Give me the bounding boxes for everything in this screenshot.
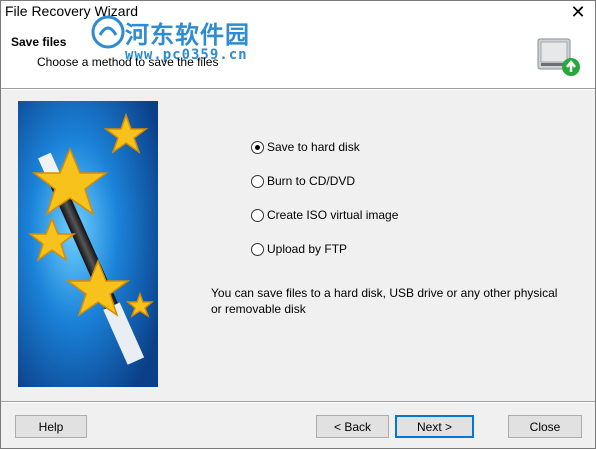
header-separator [1, 88, 595, 90]
page-subtitle: Choose a method to save the files [37, 55, 219, 69]
option-create-iso[interactable]: Create ISO virtual image [251, 206, 398, 224]
watermark-text: 河东软件园 [125, 21, 250, 49]
radio-button[interactable] [251, 140, 264, 154]
wizard-window: File Recovery Wizard ✕ 河东软件园 www.pc0359.… [0, 0, 596, 449]
wizard-wand-image [18, 101, 158, 387]
next-button[interactable]: Next > [395, 415, 474, 438]
radio-button[interactable] [251, 242, 264, 256]
wizard-header: File Recovery Wizard ✕ 河东软件园 www.pc0359.… [1, 1, 595, 88]
option-description: You can save files to a hard disk, USB d… [211, 286, 558, 316]
option-label: Upload by FTP [267, 242, 348, 256]
back-button[interactable]: < Back [316, 415, 389, 438]
radio-button[interactable] [251, 174, 264, 188]
option-label: Save to hard disk [267, 140, 360, 154]
option-save-to-hard-disk[interactable]: Save to hard disk [251, 138, 360, 156]
close-button[interactable]: Close [508, 415, 582, 438]
page-title: Save files [11, 35, 67, 49]
footer-separator [1, 401, 595, 403]
option-burn-cd-dvd[interactable]: Burn to CD/DVD [251, 172, 355, 190]
help-button[interactable]: Help [15, 415, 87, 438]
close-window-icon[interactable]: ✕ [569, 3, 587, 21]
hard-disk-icon [537, 38, 580, 76]
option-label: Burn to CD/DVD [267, 174, 356, 188]
option-upload-ftp[interactable]: Upload by FTP [251, 240, 347, 258]
option-label: Create ISO virtual image [267, 208, 399, 222]
radio-button[interactable] [251, 208, 264, 222]
watermark-logo-icon [91, 15, 125, 49]
